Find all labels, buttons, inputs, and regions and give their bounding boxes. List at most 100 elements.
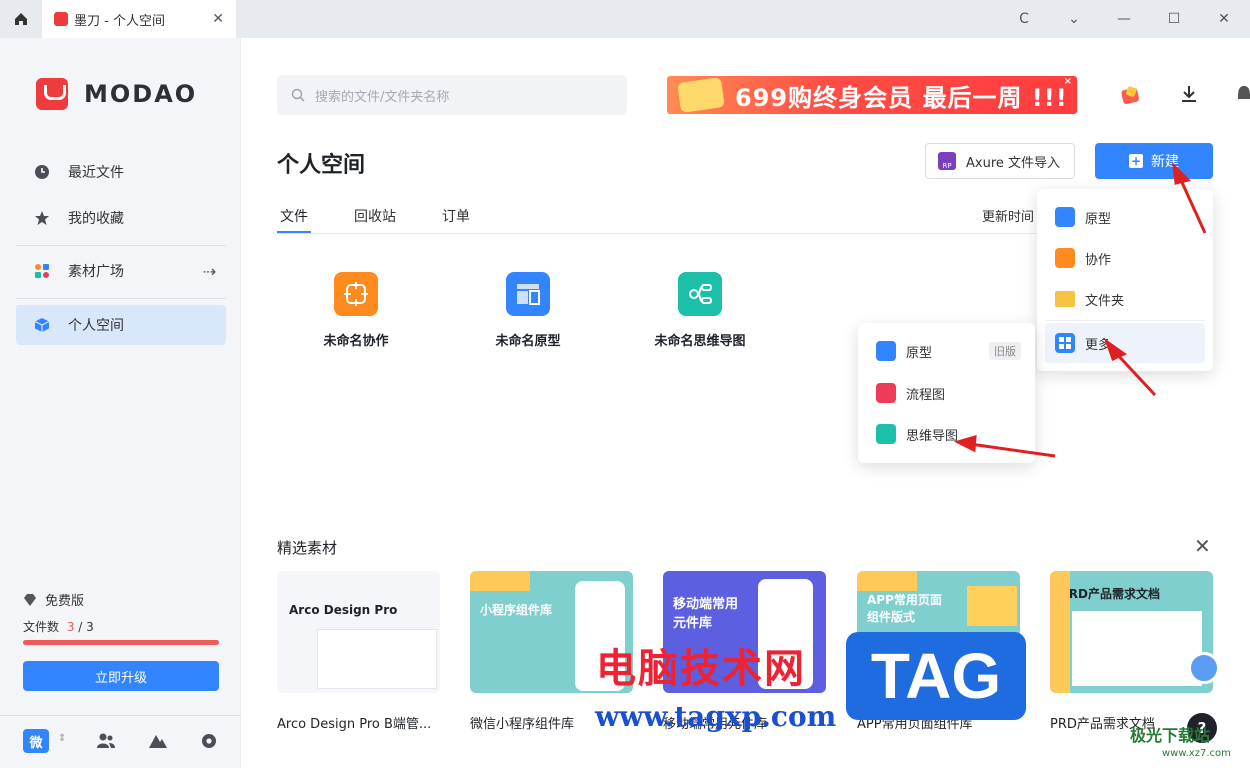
team-switch-button[interactable]: 微 (23, 729, 49, 753)
sidebar-item-label: 我的收藏 (68, 211, 124, 227)
more-submenu: 原型 旧版 流程图 思维导图 (858, 323, 1035, 463)
refresh-icon: C (1019, 11, 1029, 27)
dropdown-button[interactable]: ⌄ (1063, 8, 1085, 30)
modao-logo-icon (36, 78, 68, 110)
legacy-badge: 旧版 (989, 342, 1021, 360)
maximize-button[interactable]: ☐ (1163, 8, 1185, 30)
material-card-arco[interactable]: Arco Design Pro (277, 571, 440, 693)
download-icon[interactable] (1180, 84, 1198, 104)
material-preview (967, 586, 1017, 626)
promo-banner[interactable]: 699购终身会员 最后一周 !!! × (667, 76, 1077, 114)
upgrade-button[interactable]: 立即升级 (23, 661, 219, 691)
axure-import-button[interactable]: RP Axure 文件导入 (925, 143, 1075, 179)
submenu-item-mindmap[interactable]: 思维导图 (866, 414, 1027, 454)
search-icon (291, 88, 305, 102)
members-icon[interactable] (96, 732, 116, 750)
floating-assistant-icon[interactable] (1188, 652, 1220, 684)
menu-item-label: 原型 (906, 345, 933, 361)
material-preview (1072, 611, 1202, 686)
banner-close-icon[interactable]: × (1064, 76, 1073, 87)
tab-personal-space[interactable]: 墨刀 - 个人空间 ✕ (42, 0, 236, 38)
tab-orders[interactable]: 订单 (442, 206, 470, 226)
tab-files[interactable]: 文件 (280, 206, 308, 226)
file-quota-bar (23, 640, 219, 645)
brand-name: MODAO (84, 80, 198, 108)
menu-item-label: 思维导图 (906, 428, 959, 444)
file-count-total: 3 (86, 620, 94, 634)
axure-rp-icon: RP (938, 152, 956, 170)
gift-icon[interactable] (1119, 84, 1141, 106)
collab-file-icon (334, 272, 378, 316)
material-card-title: Arco Design Pro (289, 603, 398, 617)
gift-box-icon (677, 77, 725, 113)
new-button[interactable]: + 新建 (1095, 143, 1213, 179)
arrow-right-icon: ⇢ (202, 261, 216, 281)
sidebar (0, 38, 241, 768)
menu-item-label: 流程图 (906, 387, 946, 403)
prototype-file-icon (506, 272, 550, 316)
prototype-icon (1055, 207, 1075, 227)
tab-title: 墨刀 - 个人空间 (74, 13, 165, 29)
clock-icon (35, 165, 49, 179)
bell-icon[interactable] (1238, 84, 1250, 104)
material-card-title: PRD产品需求文档 (1060, 587, 1160, 601)
chevron-down-icon: ⌄ (1068, 11, 1080, 27)
tab-recycle-bin[interactable]: 回收站 (354, 206, 396, 226)
switch-arrows-icon[interactable]: ⇕ (58, 733, 66, 744)
search-input[interactable]: 搜索的文件/文件夹名称 (277, 75, 627, 115)
active-tab-indicator (277, 231, 311, 233)
site-watermark-url: www.xz7.com (1162, 748, 1231, 759)
file-card-collab[interactable]: 未命名协作 (276, 272, 436, 349)
axure-import-label: Axure 文件导入 (966, 155, 1061, 171)
menu-item-label: 协作 (1085, 252, 1112, 268)
file-card-prototype[interactable]: 未命名原型 (448, 272, 608, 349)
material-card-title: APP常用页面 组件版式 (867, 593, 942, 624)
mindmap-icon (876, 424, 896, 444)
menu-item-prototype[interactable]: 原型 (1045, 197, 1205, 237)
minimize-button[interactable]: — (1113, 8, 1135, 30)
minimize-icon: — (1117, 11, 1131, 27)
menu-item-folder[interactable]: 文件夹 (1045, 279, 1205, 319)
materials-title: 精选素材 (277, 539, 338, 557)
submenu-item-prototype-legacy[interactable]: 原型 旧版 (866, 331, 1027, 371)
shapes-icon[interactable] (148, 732, 168, 750)
file-name: 未命名协作 (323, 334, 389, 349)
promo-text: 699购终身会员 最后一周 !!! (735, 83, 1068, 112)
settings-gear-icon[interactable] (200, 732, 218, 750)
file-count: 文件数 3 / 3 (23, 618, 94, 635)
menu-item-more[interactable]: 更多 (1045, 323, 1205, 363)
search-placeholder: 搜索的文件/文件夹名称 (315, 89, 450, 105)
brand[interactable]: MODAO (36, 78, 197, 110)
new-dropdown-menu: 原型 协作 文件夹 更多 (1037, 189, 1213, 371)
maximize-icon: ☐ (1167, 11, 1181, 27)
new-file-icon: + (1129, 154, 1143, 168)
material-label[interactable]: Arco Design Pro B端管... (277, 713, 440, 732)
file-card-mindmap[interactable]: 未命名思维导图 (620, 272, 780, 349)
tab-close-icon[interactable]: ✕ (212, 11, 224, 27)
sidebar-item-favorites[interactable]: 我的收藏 (16, 198, 226, 238)
menu-item-collab[interactable]: 协作 (1045, 238, 1205, 278)
window-close-button[interactable]: ✕ (1213, 8, 1235, 30)
file-name: 未命名思维导图 (654, 334, 746, 349)
submenu-item-flowchart[interactable]: 流程图 (866, 373, 1027, 413)
tab-divider (277, 233, 1037, 234)
site-watermark: 极光下载站 (1130, 726, 1211, 745)
folder-icon (1055, 291, 1075, 307)
plan-text: 免费版 (45, 594, 85, 609)
sidebar-item-label: 素材广场 (68, 264, 124, 280)
sidebar-item-personal-space[interactable]: 个人空间 (16, 305, 226, 345)
sidebar-item-materials[interactable]: 素材广场 ⇢ (16, 251, 226, 291)
collab-icon (1055, 248, 1075, 268)
refresh-button[interactable]: C (1013, 8, 1035, 30)
grid-apps-icon (35, 264, 49, 278)
page-title: 个人空间 (277, 153, 366, 178)
file-count-label: 文件数 (23, 620, 60, 634)
menu-item-label: 文件夹 (1085, 293, 1125, 309)
sort-by-time[interactable]: 更新时间 (982, 206, 1034, 225)
materials-close-icon[interactable]: ✕ (1194, 534, 1211, 558)
home-icon (15, 13, 27, 25)
modao-logo-icon (54, 12, 68, 26)
sidebar-item-recent[interactable]: 最近文件 (16, 152, 226, 192)
home-button[interactable] (0, 0, 42, 38)
material-preview (470, 571, 530, 591)
